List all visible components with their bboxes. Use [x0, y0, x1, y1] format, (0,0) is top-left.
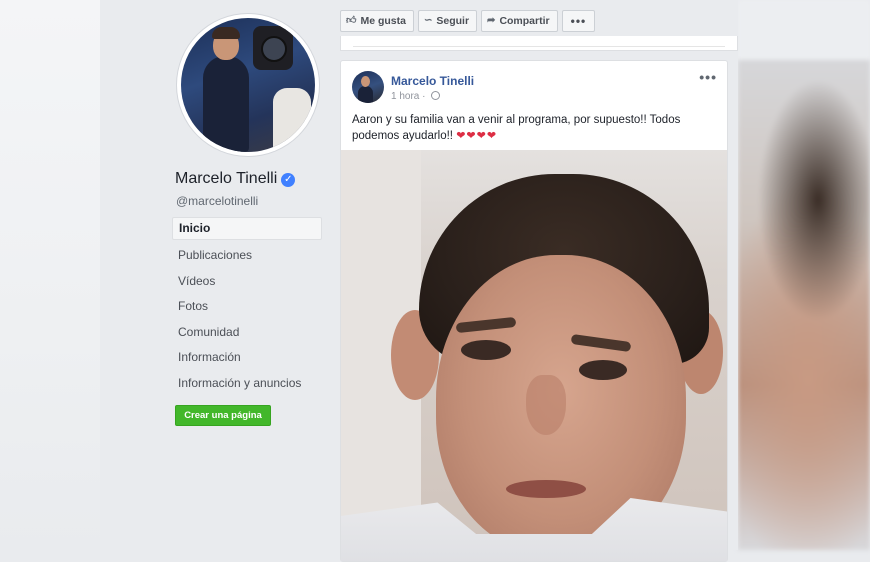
suit-shape: [203, 56, 249, 152]
thumbs-up-icon: 👍︎: [346, 15, 357, 26]
page-name-text: Marcelo Tinelli: [175, 170, 278, 187]
photo-eye-left: [461, 340, 511, 360]
blurred-background-right: [738, 0, 870, 550]
create-page-button[interactable]: Crear una página: [175, 405, 271, 426]
divider: [353, 46, 725, 47]
photo-eye-right: [579, 360, 627, 380]
post-card: Marcelo Tinelli 1 hora · ••• Aaron y su …: [340, 60, 728, 562]
blurred-top: [738, 0, 870, 60]
profile-picture[interactable]: [177, 14, 319, 156]
globe-icon: [431, 91, 441, 100]
page-handle[interactable]: @marcelotinelli: [176, 194, 258, 208]
post-time-text: 1 hora: [391, 91, 420, 102]
post-message: Aaron y su familia van a venir al progra…: [352, 112, 702, 144]
like-page-button[interactable]: 👍︎ Me gusta: [340, 10, 414, 32]
like-label: Me gusta: [360, 15, 406, 27]
nav-item-informacion-anuncios[interactable]: Información y anuncios: [172, 371, 322, 397]
background-person-shape: [273, 88, 311, 152]
photo-mouth: [506, 480, 586, 498]
blurred-background-left: [0, 0, 100, 550]
heart-emoji-icons: ❤❤❤❤: [456, 130, 498, 142]
hair-shape: [212, 27, 240, 39]
avatar-head-shape: [361, 76, 370, 87]
page-title: Marcelo Tinelli ✓: [175, 170, 296, 188]
post-photo[interactable]: [341, 150, 727, 561]
share-arrow-icon: ➦: [487, 15, 496, 26]
nav-item-comunidad[interactable]: Comunidad: [172, 320, 322, 346]
follow-label: Seguir: [436, 15, 470, 27]
previous-post-card: [340, 36, 738, 51]
share-button[interactable]: ➦ Compartir: [481, 10, 558, 32]
post-message-text: Aaron y su familia van a venir al progra…: [352, 114, 681, 142]
profile-sidebar: Marcelo Tinelli ✓ @marcelotinelli Inicio …: [100, 6, 330, 550]
post-author-name[interactable]: Marcelo Tinelli: [391, 74, 474, 88]
verified-badge-icon: ✓: [281, 173, 296, 187]
feed-column: 👍︎ Me gusta ∽ Seguir ➦ Compartir ••• Mar…: [330, 0, 738, 562]
nav-item-fotos[interactable]: Fotos: [172, 294, 322, 320]
avatar-body-shape: [358, 86, 373, 103]
photo-nose: [526, 375, 566, 435]
nav-item-videos[interactable]: Vídeos: [172, 269, 322, 295]
camera-lens-shape: [261, 36, 287, 62]
follow-button[interactable]: ∽ Seguir: [417, 10, 478, 32]
post-options-button[interactable]: •••: [699, 69, 717, 85]
page-action-bar: 👍︎ Me gusta ∽ Seguir ➦ Compartir •••: [340, 10, 599, 32]
share-label: Compartir: [499, 15, 550, 27]
rss-icon: ∽: [423, 15, 433, 26]
post-timestamp[interactable]: 1 hora ·: [391, 91, 441, 102]
profile-photo: [181, 18, 315, 152]
nav-item-publicaciones[interactable]: Publicaciones: [172, 243, 322, 269]
more-options-button[interactable]: •••: [561, 10, 596, 32]
page-nav: Inicio Publicaciones Vídeos Fotos Comuni…: [172, 217, 322, 396]
nav-item-informacion[interactable]: Información: [172, 345, 322, 371]
post-author-avatar[interactable]: [352, 71, 384, 103]
nav-item-inicio[interactable]: Inicio: [172, 217, 322, 240]
